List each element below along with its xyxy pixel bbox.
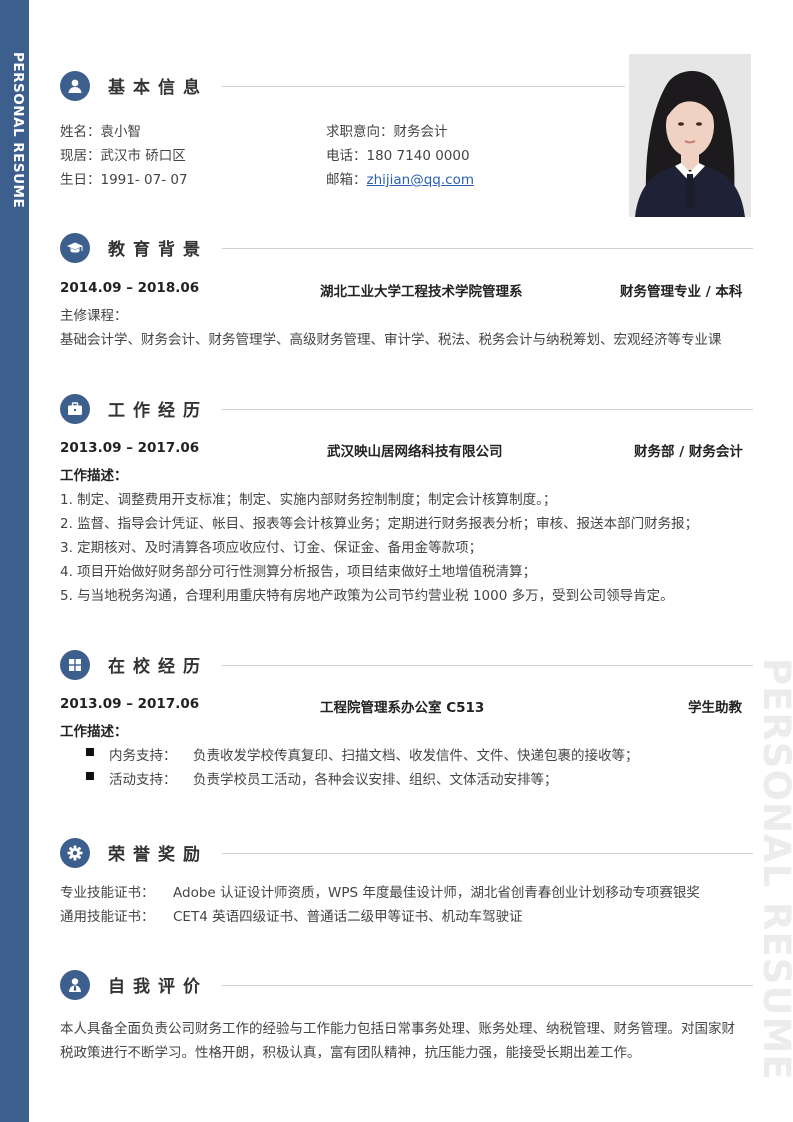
section-title: 荣誉奖励	[108, 845, 208, 865]
campus-item-label: 内务支持：	[109, 748, 177, 764]
campus-item-text: 负责学校员工活动，各种会议安排、组织、文体活动安排等；	[193, 772, 558, 788]
education-school: 湖北工业大学工程技术学院管理系	[320, 284, 523, 300]
residence-field: 现居：武汉市 硚口区	[60, 148, 186, 164]
courses-label: 主修课程：	[60, 308, 128, 324]
section-title: 在校经历	[108, 657, 208, 677]
section-divider	[222, 665, 753, 666]
graduation-cap-icon	[60, 233, 90, 263]
section-education-header: 教育背景	[60, 233, 753, 263]
work-item: 5. 与当地税务沟通，合理利用重庆特有房地产政策为公司节约营业税 1000 多万…	[60, 588, 674, 604]
user-icon	[60, 71, 90, 101]
section-title: 基本信息	[108, 78, 208, 98]
intent-field: 求职意向：财务会计	[326, 124, 448, 140]
section-title: 自我评价	[108, 977, 208, 997]
work-item: 2. 监督、指导会计凭证、帐目、报表等会计核算业务；定期进行财务报表分析；审核、…	[60, 516, 699, 532]
campus-item-text: 负责收发学校传真复印、扫描文档、收发信件、文件、快递包裹的接收等；	[193, 748, 639, 764]
bullet-square-icon	[86, 748, 94, 756]
watermark: PERSONAL RESUME	[755, 658, 793, 1081]
honor-label: 专业技能证书：	[60, 885, 155, 901]
education-major: 财务管理专业 / 本科	[620, 284, 743, 300]
section-title: 工作经历	[108, 401, 208, 421]
courses-text: 基础会计学、财务会计、财务管理学、高级财务管理、审计学、税法、税务会计与纳税筹划…	[60, 332, 722, 348]
section-divider	[222, 985, 753, 986]
work-item: 4. 项目开始做好财务部分可行性测算分析报告，项目结束做好土地增值税清算；	[60, 564, 537, 580]
windows-grid-icon	[60, 650, 90, 680]
name-field: 姓名：袁小智	[60, 124, 141, 140]
gear-icon	[60, 838, 90, 868]
work-item: 3. 定期核对、及时清算各项应收应付、订金、保证金、备用金等款项；	[60, 540, 483, 556]
profile-photo	[629, 54, 751, 217]
birthday-field: 生日：1991- 07- 07	[60, 172, 188, 188]
campus-period: 2013.09 – 2017.06	[60, 696, 200, 712]
honor-text: Adobe 认证设计师资质，WPS 年度最佳设计师，湖北省创青春创业计划移动专项…	[173, 885, 700, 901]
bullet-square-icon	[86, 772, 94, 780]
section-divider	[222, 409, 753, 410]
email-label: 邮箱：	[326, 172, 367, 188]
section-divider	[222, 86, 625, 87]
campus-role: 学生助教	[688, 700, 742, 716]
self-evaluation-line: 税政策进行不断学习。性格开朗，积极认真，富有团队精神，抗压能力强，能接受长期出差…	[60, 1045, 641, 1061]
sidebar-label: PERSONAL RESUME	[10, 52, 26, 209]
section-title: 教育背景	[108, 240, 208, 260]
section-work-header: 工作经历	[60, 394, 753, 424]
work-company: 武汉映山居网络科技有限公司	[327, 444, 503, 460]
work-period: 2013.09 – 2017.06	[60, 440, 200, 456]
phone-field: 电话：180 7140 0000	[326, 148, 470, 164]
email-field: 邮箱：zhijian@qq.com	[326, 168, 474, 188]
work-item: 1. 制定、调整费用开支标准；制定、实施内部财务控制制度；制定会计核算制度。；	[60, 492, 557, 508]
campus-org: 工程院管理系办公室 C513	[320, 700, 485, 716]
honor-label: 通用技能证书：	[60, 909, 155, 925]
sidebar: PERSONAL RESUME	[0, 0, 29, 1122]
self-evaluation-line: 本人具备全面负责公司财务工作的经验与工作能力包括日常事务处理、账务处理、纳税管理…	[60, 1021, 735, 1037]
section-campus-header: 在校经历	[60, 650, 753, 680]
section-honors-header: 荣誉奖励	[60, 838, 753, 868]
honor-text: CET4 英语四级证书、普通话二级甲等证书、机动车驾驶证	[173, 909, 523, 925]
work-desc-label: 工作描述：	[60, 468, 128, 484]
campus-desc-label: 工作描述：	[60, 724, 128, 740]
work-position: 财务部 / 财务会计	[634, 444, 743, 460]
campus-item-label: 活动支持：	[109, 772, 177, 788]
education-period: 2014.09 – 2018.06	[60, 280, 200, 296]
section-basic-header: 基本信息	[60, 71, 625, 101]
section-self-header: 自我评价	[60, 970, 753, 1000]
section-divider	[222, 248, 753, 249]
briefcase-icon	[60, 394, 90, 424]
section-divider	[222, 853, 753, 854]
person-icon	[60, 970, 90, 1000]
email-link[interactable]: zhijian@qq.com	[367, 172, 475, 188]
